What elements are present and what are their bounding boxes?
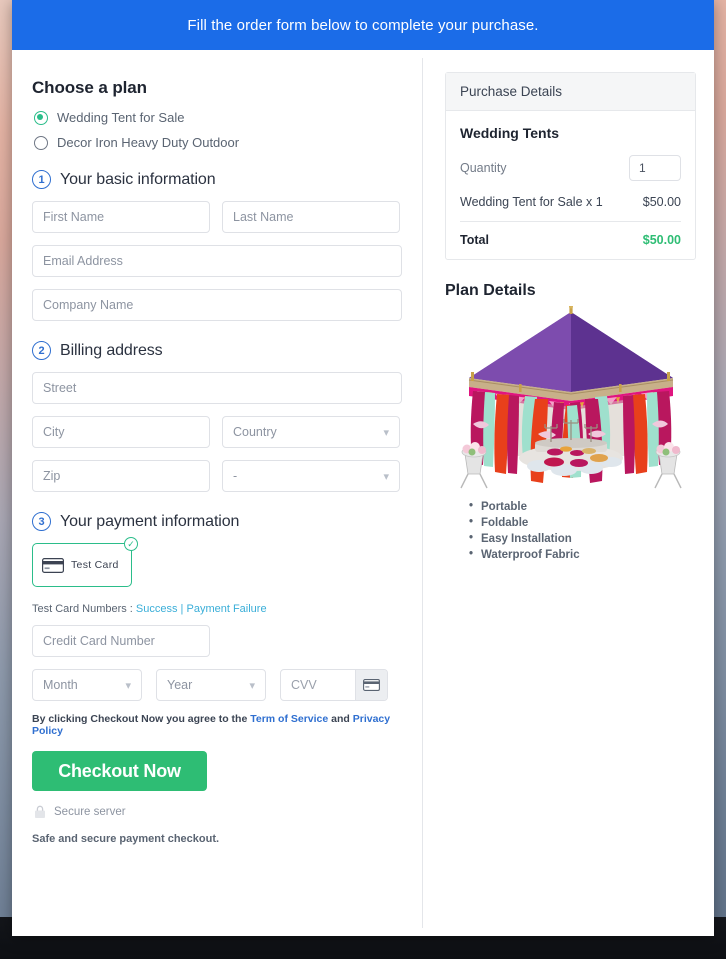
- company-row: Company Name: [32, 289, 402, 321]
- plan-option-label: Wedding Tent for Sale: [57, 110, 185, 125]
- line-item-label: Wedding Tent for Sale x 1: [460, 195, 603, 209]
- total-label: Total: [460, 233, 489, 247]
- quantity-row: Quantity 1: [460, 155, 681, 181]
- card-number-row: Credit Card Number: [32, 625, 402, 657]
- chevron-down-icon: ▾: [125, 679, 131, 692]
- radio-icon-unselected[interactable]: [34, 135, 48, 150]
- radio-icon-selected[interactable]: [34, 110, 48, 125]
- street-row: Street: [32, 372, 402, 404]
- step-basic-information: 1 Your basic information: [32, 170, 402, 189]
- email-row: Email Address: [32, 245, 402, 277]
- check-circle-icon: ✓: [124, 537, 138, 551]
- credit-card-number-input[interactable]: Credit Card Number: [32, 625, 210, 657]
- secure-server-row: Secure server: [34, 805, 402, 819]
- total-row: Total $50.00: [460, 221, 681, 247]
- city-country-row: City Country ▾: [32, 416, 402, 448]
- email-input[interactable]: Email Address: [32, 245, 402, 277]
- step-title: Your basic information: [60, 170, 216, 188]
- list-item: Waterproof Fabric: [469, 548, 696, 561]
- step-title: Billing address: [60, 341, 163, 359]
- year-select-value: Year: [167, 678, 193, 692]
- name-row: First Name Last Name: [32, 201, 402, 233]
- checkout-now-button[interactable]: Checkout Now: [32, 751, 207, 791]
- payment-method-label: Test Card: [71, 559, 119, 571]
- list-item: Foldable: [469, 516, 696, 529]
- purchase-details-header: Purchase Details: [446, 73, 695, 111]
- last-name-input[interactable]: Last Name: [222, 201, 400, 233]
- plan-features-list: Portable Foldable Easy Installation Wate…: [445, 500, 696, 561]
- wedding-tent-image: [459, 306, 682, 489]
- purchase-details-panel: Purchase Details Wedding Tents Quantity …: [445, 72, 696, 260]
- line-item-row: Wedding Tent for Sale x 1 $50.00: [460, 195, 681, 221]
- company-input[interactable]: Company Name: [32, 289, 402, 321]
- order-form-column: Choose a plan Wedding Tent for Sale Deco…: [12, 50, 422, 936]
- step-number-badge: 3: [32, 512, 51, 531]
- city-input[interactable]: City: [32, 416, 210, 448]
- checkout-page: Fill the order form below to complete yo…: [12, 0, 714, 936]
- test-card-failure-link[interactable]: Payment Failure: [186, 603, 266, 615]
- state-select-value: -: [233, 469, 238, 483]
- test-card-success-link[interactable]: Success: [136, 603, 178, 615]
- terms-of-service-link[interactable]: Term of Service: [250, 713, 328, 725]
- zip-state-row: Zip - ▾: [32, 460, 402, 492]
- summary-column: Purchase Details Wedding Tents Quantity …: [423, 50, 714, 936]
- first-name-input[interactable]: First Name: [32, 201, 210, 233]
- purchase-details-body: Wedding Tents Quantity 1 Wedding Tent fo…: [446, 111, 695, 259]
- street-input[interactable]: Street: [32, 372, 402, 404]
- lock-icon: [35, 805, 45, 818]
- plan-details-heading: Plan Details: [445, 282, 536, 299]
- state-select[interactable]: - ▾: [222, 460, 400, 492]
- safe-checkout-text: Safe and secure payment checkout.: [32, 833, 220, 845]
- list-item: Portable: [469, 500, 696, 513]
- list-item: Easy Installation: [469, 532, 696, 545]
- chevron-down-icon: ▾: [383, 470, 389, 483]
- year-select[interactable]: Year ▾: [156, 669, 266, 701]
- plan-option-label: Decor Iron Heavy Duty Outdoor: [57, 135, 240, 150]
- country-select-value: Country: [233, 425, 277, 439]
- zip-input[interactable]: Zip: [32, 460, 210, 492]
- payment-method-test-card[interactable]: ✓ Test Card: [32, 537, 138, 587]
- page-banner: Fill the order form below to complete yo…: [12, 0, 714, 50]
- plan-option-decor-iron[interactable]: Decor Iron Heavy Duty Outdoor: [34, 135, 402, 150]
- test-numbers-prefix: Test Card Numbers :: [32, 603, 136, 615]
- step-title: Your payment information: [60, 512, 240, 530]
- plan-option-wedding-tent[interactable]: Wedding Tent for Sale: [34, 110, 402, 125]
- secure-server-label: Secure server: [54, 806, 126, 818]
- total-price: $50.00: [642, 233, 681, 247]
- month-select[interactable]: Month ▾: [32, 669, 142, 701]
- line-item-price: $50.00: [642, 195, 681, 209]
- chevron-down-icon: ▾: [249, 679, 255, 692]
- banner-text: Fill the order form below to complete yo…: [187, 16, 539, 34]
- step-number-badge: 1: [32, 170, 51, 189]
- credit-card-icon: [363, 679, 380, 691]
- page-body: Choose a plan Wedding Tent for Sale Deco…: [12, 50, 714, 936]
- cvv-help-button[interactable]: [355, 670, 387, 700]
- terms-agreement-text: By clicking Checkout Now you agree to th…: [32, 713, 402, 737]
- terms-and: and: [328, 713, 353, 725]
- cvv-field-group: CVV: [280, 669, 388, 701]
- choose-plan-heading: Choose a plan: [32, 78, 147, 97]
- test-card-numbers-hint: Test Card Numbers : Success | Payment Fa…: [32, 603, 402, 615]
- month-select-value: Month: [43, 678, 78, 692]
- terms-prefix: By clicking Checkout Now you agree to th…: [32, 713, 251, 725]
- product-title: Wedding Tents: [460, 125, 560, 141]
- cvv-input[interactable]: CVV: [281, 670, 355, 700]
- quantity-label: Quantity: [460, 161, 507, 175]
- flower-urn-right: [653, 442, 682, 489]
- chevron-down-icon: ▾: [383, 426, 389, 439]
- step-number-badge: 2: [32, 341, 51, 360]
- flower-urn-left: [459, 442, 488, 489]
- step-billing-address: 2 Billing address: [32, 341, 402, 360]
- credit-card-icon: [42, 557, 64, 573]
- step-payment-information: 3 Your payment information: [32, 512, 402, 531]
- country-select[interactable]: Country ▾: [222, 416, 400, 448]
- expiry-cvv-row: Month ▾ Year ▾ CVV: [32, 669, 402, 701]
- quantity-input[interactable]: 1: [629, 155, 681, 181]
